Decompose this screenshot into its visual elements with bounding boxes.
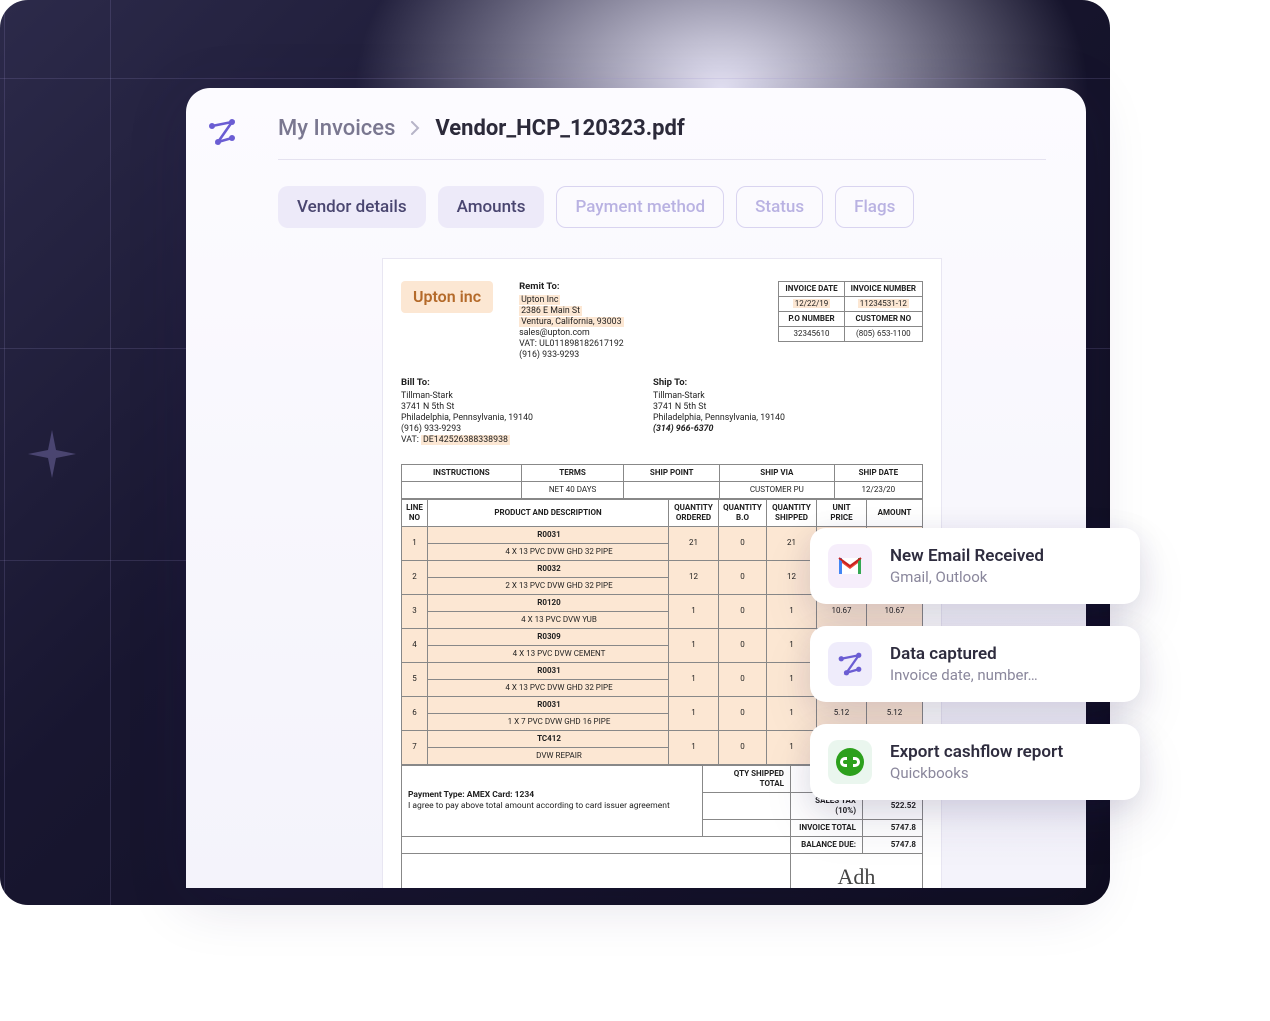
col-qty-ordered: QUANTITY ORDERED <box>669 499 719 526</box>
qty-shipped-total-label: QTY SHIPPED TOTAL <box>703 765 791 792</box>
invoice-date: 12/22/19 <box>793 299 831 308</box>
bill-street: 3741 N 5th St <box>401 402 533 413</box>
balance-due-value: 5747.8 <box>863 836 923 853</box>
remit-city: Ventura, California, 93003 <box>519 317 623 327</box>
tab-status[interactable]: Status <box>736 186 823 228</box>
po-number-header: P.O NUMBER <box>779 312 844 327</box>
payment-agree: I agree to pay above total amount accord… <box>408 801 696 812</box>
bill-phone: (916) 933-9293 <box>401 424 533 435</box>
card-title: Data captured <box>890 644 1038 664</box>
remit-name: Upton Inc <box>519 295 560 305</box>
bill-vat-label: VAT: <box>401 435 419 445</box>
card-subtitle: Gmail, Outlook <box>890 568 1044 586</box>
tabs: Vendor details Amounts Payment method St… <box>278 186 1046 228</box>
bill-name: Tillman-Stark <box>401 391 533 402</box>
customer-no-header: CUSTOMER NO <box>844 312 922 327</box>
td-ship-point <box>624 481 720 498</box>
customer-no: (805) 653-1100 <box>844 327 922 342</box>
bill-vat: DE142526388338938 <box>421 435 510 445</box>
ship-phone: (314) 966-6370 <box>653 424 785 435</box>
invoice-number-header: INVOICE NUMBER <box>844 282 922 297</box>
breadcrumb-root[interactable]: My Invoices <box>278 116 395 141</box>
remit-to-block: Remit To: Upton Inc 2386 E Main St Ventu… <box>519 281 752 361</box>
sparkle-icon <box>28 430 76 478</box>
col-line-no: LINE NO <box>402 499 428 526</box>
bill-to-block: Bill To: Tillman-Stark 3741 N 5th St Phi… <box>401 377 533 446</box>
col-amount: AMOUNT <box>867 499 923 526</box>
card-subtitle: Invoice date, number… <box>890 666 1038 684</box>
card-title: New Email Received <box>890 546 1044 566</box>
bill-heading: Bill To: <box>401 377 533 389</box>
col-product: PRODUCT AND DESCRIPTION <box>428 499 669 526</box>
payment-note: Payment Type: AMEX Card: 1234 I agree to… <box>402 765 703 836</box>
ship-to-block: Ship To: Tillman-Stark 3741 N 5th St Phi… <box>653 377 785 446</box>
invoice-number: 11234531-12 <box>858 299 909 308</box>
th-ship-point: SHIP POINT <box>624 464 720 481</box>
tab-amounts[interactable]: Amounts <box>438 186 545 228</box>
card-data-captured[interactable]: Data captured Invoice date, number… <box>810 626 1140 702</box>
tab-payment-method[interactable]: Payment method <box>556 186 724 228</box>
col-qty-bo: QUANTITY B.O <box>719 499 767 526</box>
col-qty-shipped: QUANTITY SHIPPED <box>767 499 817 526</box>
th-terms: TERMS <box>521 464 624 481</box>
invoice-meta: INVOICE DATEINVOICE NUMBER 12/22/19 11234… <box>778 281 923 361</box>
th-ship-via: SHIP VIA <box>720 464 835 481</box>
card-title: Export cashflow report <box>890 742 1063 762</box>
td-ship-date: 12/23/20 <box>834 481 922 498</box>
col-unit-price: UNIT PRICE <box>817 499 867 526</box>
integration-cards: New Email Received Gmail, Outlook Data c… <box>810 528 1140 800</box>
tab-vendor-details[interactable]: Vendor details <box>278 186 426 228</box>
invoice-total-value: 5747.8 <box>863 819 923 836</box>
remit-vat: VAT: UL011898182617192 <box>519 339 752 350</box>
vendor-name-highlight: Upton inc <box>401 281 493 313</box>
remit-heading: Remit To: <box>519 281 752 293</box>
balance-due-label: BALANCE DUE: <box>791 836 863 853</box>
app-rail <box>186 88 258 888</box>
breadcrumb: My Invoices Vendor_HCP_120323.pdf <box>278 116 1046 160</box>
ship-name: Tillman-Stark <box>653 391 785 402</box>
td-instructions <box>402 481 522 498</box>
ship-city: Philadelphia, Pennsylvania, 19140 <box>653 413 785 424</box>
quickbooks-icon <box>828 740 872 784</box>
remit-email: sales@upton.com <box>519 328 752 339</box>
gmail-icon <box>828 544 872 588</box>
th-instructions: INSTRUCTIONS <box>402 464 522 481</box>
app-logo-icon <box>206 116 238 148</box>
ship-street: 3741 N 5th St <box>653 402 785 413</box>
nanonets-icon <box>828 642 872 686</box>
invoice-total-label: INVOICE TOTAL <box>791 819 863 836</box>
ship-heading: Ship To: <box>653 377 785 389</box>
tab-flags[interactable]: Flags <box>835 186 914 228</box>
td-terms: NET 40 DAYS <box>521 481 624 498</box>
breadcrumb-file: Vendor_HCP_120323.pdf <box>435 116 684 141</box>
remit-phone: (916) 933-9293 <box>519 350 752 361</box>
td-ship-via: CUSTOMER PU <box>720 481 835 498</box>
payment-type: Payment Type: AMEX Card: 1234 <box>408 790 534 800</box>
card-new-email[interactable]: New Email Received Gmail, Outlook <box>810 528 1140 604</box>
th-ship-date: SHIP DATE <box>834 464 922 481</box>
terms-table: INSTRUCTIONS TERMS SHIP POINT SHIP VIA S… <box>401 464 923 499</box>
card-export-cashflow[interactable]: Export cashflow report Quickbooks <box>810 724 1140 800</box>
card-subtitle: Quickbooks <box>890 764 1063 782</box>
remit-street: 2386 E Main St <box>519 306 582 316</box>
bill-city: Philadelphia, Pennsylvania, 19140 <box>401 413 533 424</box>
po-number: 32345610 <box>779 327 844 342</box>
invoice-date-header: INVOICE DATE <box>779 282 844 297</box>
chevron-right-icon <box>409 116 421 141</box>
signature-icon: Adh <box>838 864 876 888</box>
